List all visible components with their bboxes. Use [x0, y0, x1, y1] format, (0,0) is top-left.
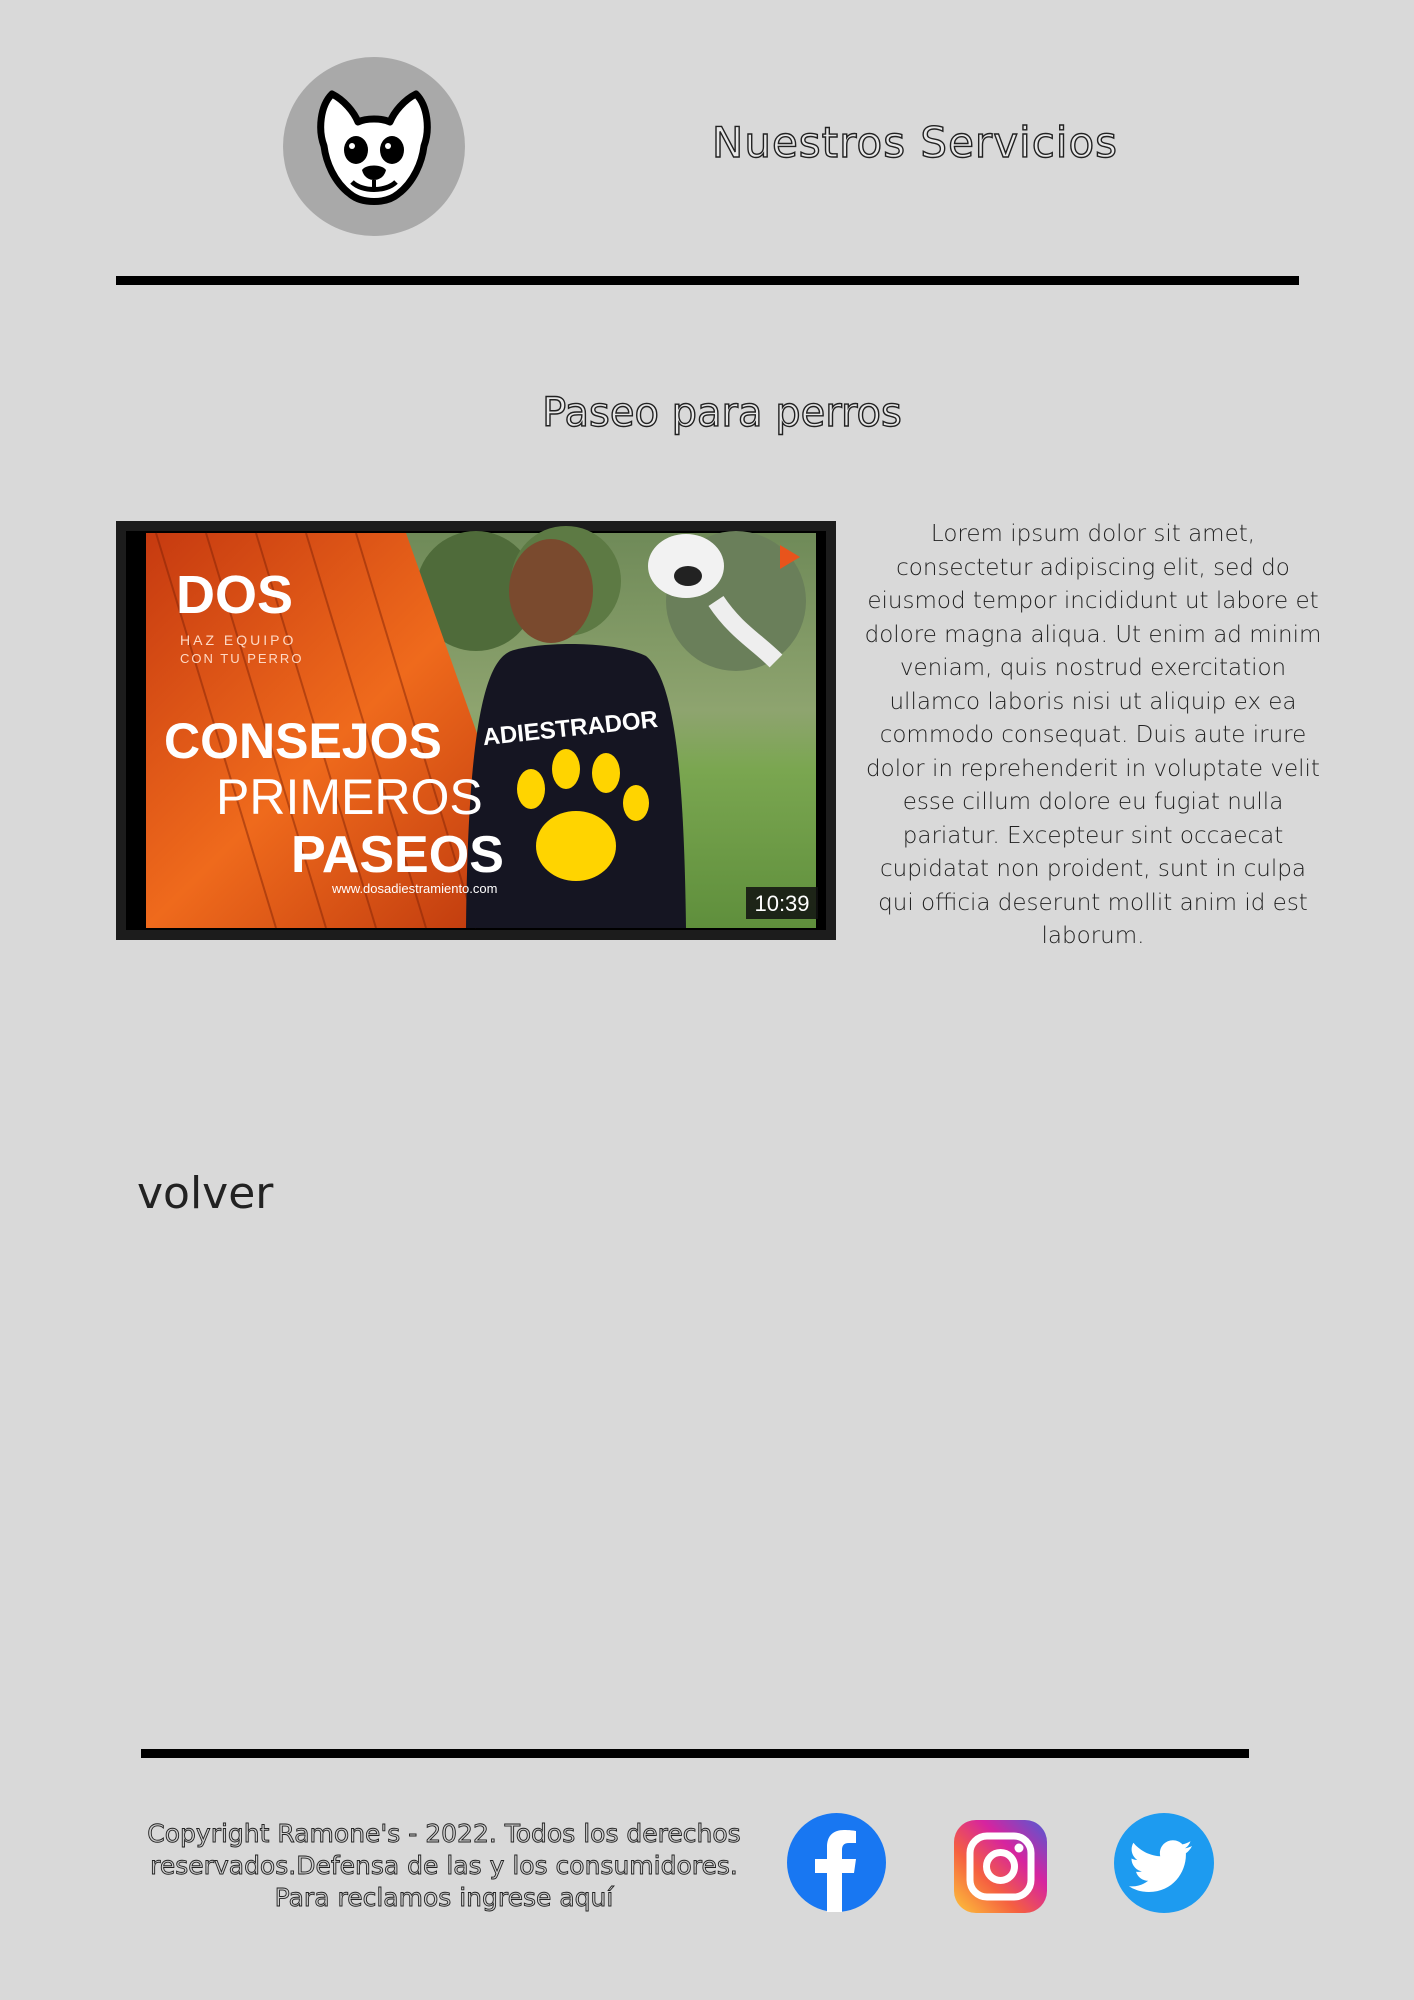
- video-thumbnail[interactable]: ADIESTRADOR DOS HAZ EQUIPO CON TU PERRO …: [116, 521, 836, 940]
- video-brand-sub-1: HAZ EQUIPO: [180, 632, 296, 648]
- video-line-1: CONSEJOS: [164, 713, 442, 769]
- facebook-link[interactable]: [787, 1813, 886, 1912]
- back-link[interactable]: volver: [137, 1168, 273, 1219]
- page-title: Nuestros Servicios: [711, 117, 1119, 167]
- instagram-link[interactable]: [954, 1820, 1047, 1913]
- section-title: Paseo para perros: [541, 389, 902, 436]
- twitter-link[interactable]: [1114, 1813, 1214, 1913]
- video-brand-sub-2: CON TU PERRO: [180, 651, 303, 666]
- instagram-icon: [954, 1820, 1047, 1913]
- video-brand: DOS: [176, 565, 293, 625]
- logo: [283, 57, 465, 236]
- facebook-icon: [787, 1813, 886, 1912]
- video-website: www.dosadiestramiento.com: [331, 881, 497, 896]
- footer-copyright: Copyright Ramone's - 2022. Todos los der…: [147, 1819, 741, 1913]
- header-divider: [116, 276, 1299, 285]
- twitter-icon: [1114, 1813, 1214, 1913]
- service-description: Lorem ipsum dolor sit amet, consectetur …: [864, 521, 1322, 949]
- video-duration: 10:39: [754, 891, 809, 916]
- video-line-3: PASEOS: [291, 826, 504, 884]
- footer-divider: [141, 1749, 1249, 1758]
- video-line-2: PRIMEROS: [216, 769, 483, 825]
- french-bulldog-icon: [317, 90, 431, 205]
